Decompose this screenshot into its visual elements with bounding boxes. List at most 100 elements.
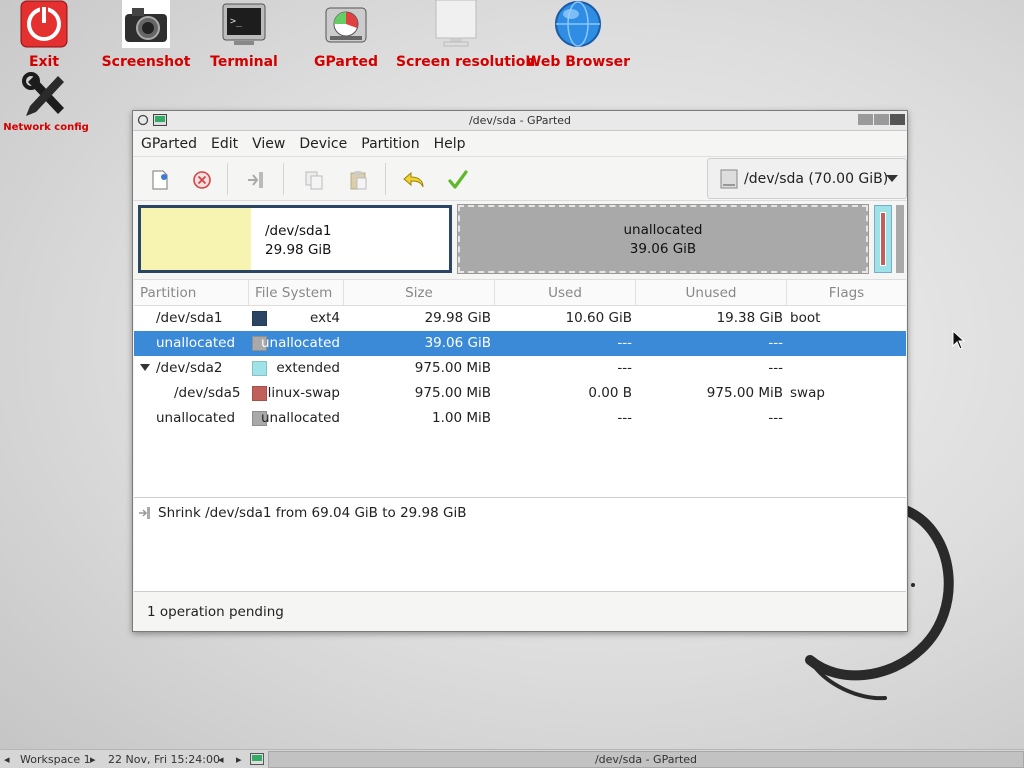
desktop-icon-label: GParted — [314, 54, 378, 70]
desktop-icon-web-browser[interactable]: Web Browser — [518, 0, 638, 70]
toolbar: /dev/sda (70.00 GiB) — [133, 157, 907, 201]
close-button[interactable] — [890, 114, 905, 125]
menu-edit[interactable]: Edit — [211, 136, 246, 152]
diskmap-sda1-size: 29.98 GiB — [265, 242, 332, 258]
workspace-label[interactable]: Workspace 1 — [20, 753, 91, 766]
workspace-prev-arrow-icon[interactable]: ◂ — [4, 753, 10, 766]
collapse-arrow-icon[interactable] — [140, 364, 150, 371]
desktop-icon-label: Network config — [3, 122, 89, 133]
paste-icon — [350, 171, 367, 190]
chevron-down-icon — [886, 175, 898, 182]
cell-flags: swap — [790, 385, 825, 401]
column-unused[interactable]: Unused — [636, 280, 787, 305]
menubar: GParted Edit View Device Partition Help — [133, 131, 907, 157]
menu-gparted[interactable]: GParted — [141, 136, 205, 152]
diskmap-partition-sda1[interactable]: /dev/sda1 29.98 GiB — [138, 205, 452, 273]
desktop-icon-network-config[interactable]: Network config — [0, 72, 106, 133]
table-row[interactable]: /dev/sda5 linux-swap 975.00 MiB 0.00 B 9… — [134, 381, 906, 406]
partition-table: Partition File System Size Used Unused F… — [134, 279, 906, 497]
cell-partition: unallocated — [156, 410, 236, 426]
workspace-next-arrow-icon[interactable]: ▸ — [90, 753, 96, 766]
menu-partition[interactable]: Partition — [361, 136, 427, 152]
table-row[interactable]: /dev/sda2 extended 975.00 MiB --- --- — [134, 356, 906, 381]
new-partition-button[interactable] — [145, 165, 175, 195]
menu-device[interactable]: Device — [299, 136, 355, 152]
table-row[interactable]: /dev/sda1 ext4 29.98 GiB 10.60 GiB 19.38… — [134, 306, 906, 331]
power-icon — [20, 0, 68, 48]
diskmap-unallocated-size: 39.06 GiB — [629, 241, 697, 257]
taskbar: ◂ Workspace 1 ▸ 22 Nov, Fri 15:24:00 ◂ ▸… — [0, 749, 1024, 768]
diskmap-unallocated-small[interactable] — [896, 205, 904, 273]
desktop-icon-label: Screen resolution — [396, 54, 536, 70]
resize-move-icon — [248, 172, 263, 188]
clock: 22 Nov, Fri 15:24:00 — [108, 753, 220, 766]
cell-fs: unallocated — [260, 410, 340, 426]
cell-size: 29.98 GiB — [424, 310, 491, 326]
cell-used: --- — [617, 410, 632, 426]
window-title: /dev/sda - GParted — [468, 114, 572, 127]
cell-unused: --- — [768, 360, 783, 376]
clock-next-arrow-icon[interactable]: ▸ — [236, 753, 242, 766]
diskmap-sda1-name: /dev/sda1 — [265, 223, 332, 239]
gparted-window: /dev/sda - GParted GParted Edit View Dev… — [132, 110, 908, 632]
copy-button[interactable] — [299, 165, 329, 195]
table-row[interactable]: unallocated unallocated 1.00 MiB --- --- — [134, 406, 906, 431]
gparted-icon — [322, 0, 370, 48]
disk-map: /dev/sda1 29.98 GiB unallocated 39.06 Gi… — [138, 204, 904, 275]
cell-size: 1.00 MiB — [431, 410, 491, 426]
delete-button[interactable] — [187, 165, 217, 195]
table-header: Partition File System Size Used Unused F… — [134, 280, 906, 306]
cell-size: 975.00 MiB — [414, 360, 491, 376]
column-size[interactable]: Size — [344, 280, 495, 305]
clock-prev-arrow-icon[interactable]: ◂ — [218, 753, 224, 766]
column-used[interactable]: Used — [495, 280, 636, 305]
cell-unused: --- — [768, 335, 783, 351]
hard-drive-icon — [720, 169, 738, 188]
cell-size: 39.06 GiB — [424, 335, 491, 351]
fs-color-swatch — [252, 386, 267, 401]
copy-icon — [305, 171, 323, 190]
minimize-button[interactable] — [858, 114, 873, 125]
taskbar-task-gparted[interactable]: /dev/sda - GParted — [268, 751, 1024, 768]
window-titlebar[interactable]: /dev/sda - GParted — [133, 111, 907, 131]
device-selector[interactable]: /dev/sda (70.00 GiB) — [707, 158, 907, 199]
undo-icon — [403, 171, 424, 188]
svg-text:>_: >_ — [230, 16, 243, 27]
resize-move-icon — [139, 507, 150, 519]
cell-unused: 975.00 MiB — [706, 385, 783, 401]
cell-used: 10.60 GiB — [565, 310, 632, 326]
paste-button[interactable] — [343, 165, 373, 195]
desktop-icon-gparted[interactable]: GParted — [286, 0, 406, 70]
diskmap-unallocated[interactable]: unallocated 39.06 GiB — [457, 204, 869, 274]
column-partition[interactable]: Partition — [134, 280, 249, 305]
cell-partition: /dev/sda1 — [156, 310, 223, 326]
cell-used: --- — [617, 360, 632, 376]
diskmap-unallocated-name: unallocated — [623, 222, 703, 238]
cell-partition: /dev/sda2 — [156, 360, 223, 376]
cell-fs: unallocated — [260, 335, 340, 351]
terminal-icon — [250, 753, 264, 765]
diskmap-extended-sda2[interactable] — [874, 205, 892, 273]
taskbar-task-title: /dev/sda - GParted — [594, 753, 698, 766]
table-row-selected[interactable]: unallocated unallocated 39.06 GiB --- --… — [134, 331, 906, 356]
column-file-system[interactable]: File System — [249, 280, 344, 305]
fs-color-swatch — [252, 311, 267, 326]
desktop-icon-label: Web Browser — [525, 54, 631, 70]
column-flags[interactable]: Flags — [787, 280, 906, 305]
menu-help[interactable]: Help — [434, 136, 474, 152]
menu-view[interactable]: View — [252, 136, 293, 152]
camera-icon — [122, 0, 170, 48]
maximize-button[interactable] — [874, 114, 889, 125]
device-selector-value: /dev/sda (70.00 GiB) — [744, 170, 889, 187]
fs-color-swatch — [252, 361, 267, 376]
cell-used: 0.00 B — [588, 385, 632, 401]
apply-button[interactable] — [443, 165, 473, 195]
cell-partition: /dev/sda5 — [174, 385, 241, 401]
undo-button[interactable] — [399, 165, 429, 195]
cell-fs: ext4 — [310, 310, 340, 326]
resize-move-button[interactable] — [241, 165, 271, 195]
diskmap-swap-sda5[interactable] — [880, 212, 886, 266]
desktop-icon-screen-resolution[interactable]: Screen resolution — [396, 0, 536, 70]
cell-unused: --- — [768, 410, 783, 426]
pending-operation-item[interactable]: Shrink /dev/sda1 from 69.04 GiB to 29.98… — [158, 505, 466, 521]
